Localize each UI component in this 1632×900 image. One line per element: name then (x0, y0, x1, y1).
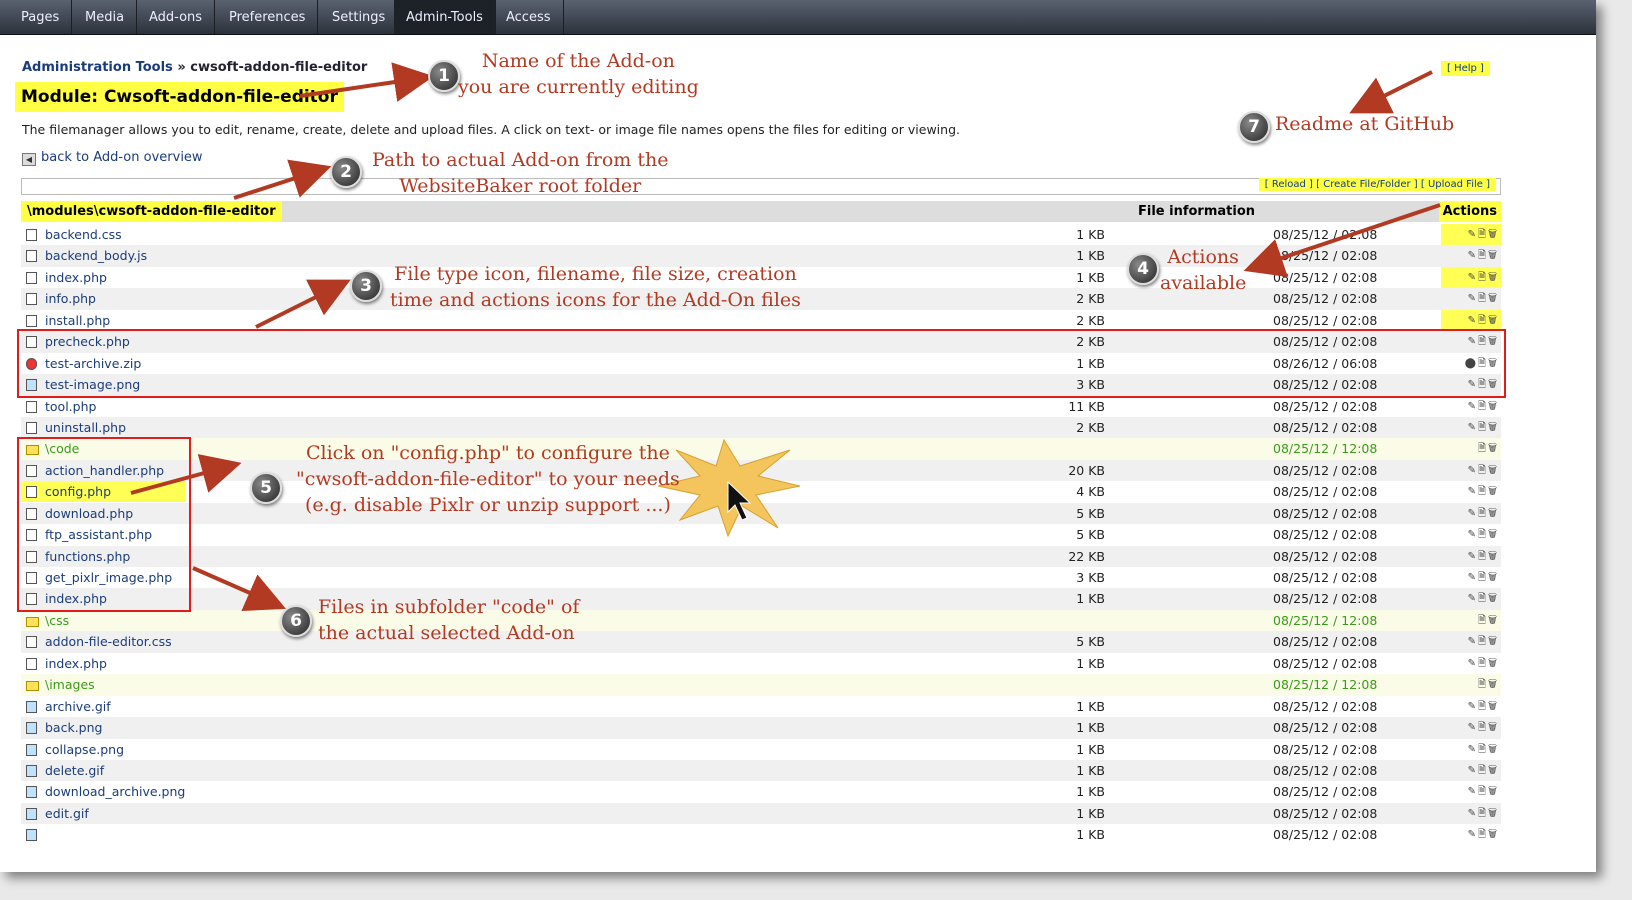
annotation-5: Click on "config.php" to configure the "… (296, 440, 680, 518)
badge-7: 7 (1238, 111, 1270, 143)
screenshot-frame: Pages Media Add-ons Preferences Settings Admi… (0, 0, 1596, 872)
annotation-7: Readme at GitHub (1275, 113, 1455, 135)
badge-2: 2 (330, 156, 362, 188)
badge-5: 5 (250, 472, 282, 504)
badge-1: 1 (428, 60, 460, 92)
annotation-3: File type icon, filename, file size, cre… (390, 261, 801, 313)
arrow-4 (1243, 203, 1441, 278)
annotation-4-line-2: available (1160, 272, 1247, 294)
annotation-4: Actions available (1160, 244, 1246, 296)
arrow-1 (299, 62, 434, 102)
annotation-5-line-1: Click on "config.php" to configure the (305, 442, 670, 464)
arrow-5 (130, 454, 242, 495)
annotation-2: Path to actual Add-on from the WebsiteBa… (372, 147, 668, 199)
annotation-2-line-2: WebsiteBaker root folder (399, 175, 642, 197)
annotation-3-line-2: time and actions icons for the Add-On fi… (390, 289, 801, 311)
annotation-1-line-2: you are currently editing (458, 76, 699, 98)
annotation-1: Name of the Add-on you are currently edi… (458, 48, 699, 100)
arrow-6 (192, 566, 286, 612)
annotation-6: Files in subfolder "code" of the actual … (318, 594, 579, 646)
arrow-7 (1349, 70, 1433, 114)
annotation-2-line-1: Path to actual Add-on from the (372, 149, 669, 171)
annotation-1-line-1: Name of the Add-on (481, 50, 675, 72)
arrow-2 (233, 159, 332, 200)
annotation-6-line-2: the actual selected Add-on (318, 622, 575, 644)
badge-3: 3 (350, 270, 382, 302)
arrow-3 (255, 279, 351, 329)
annotation-6-line-1: Files in subfolder "code" of (318, 596, 580, 618)
annotation-3-line-1: File type icon, filename, file size, cre… (394, 263, 797, 285)
badge-4: 4 (1127, 253, 1159, 285)
badge-6: 6 (280, 605, 312, 637)
annotation-5-line-3: (e.g. disable Pixlr or unzip support ...… (304, 494, 671, 516)
annotation-5-line-2: "cwsoft-addon-file-editor" to your needs (296, 468, 680, 490)
annotation-4-line-1: Actions (1167, 246, 1239, 268)
